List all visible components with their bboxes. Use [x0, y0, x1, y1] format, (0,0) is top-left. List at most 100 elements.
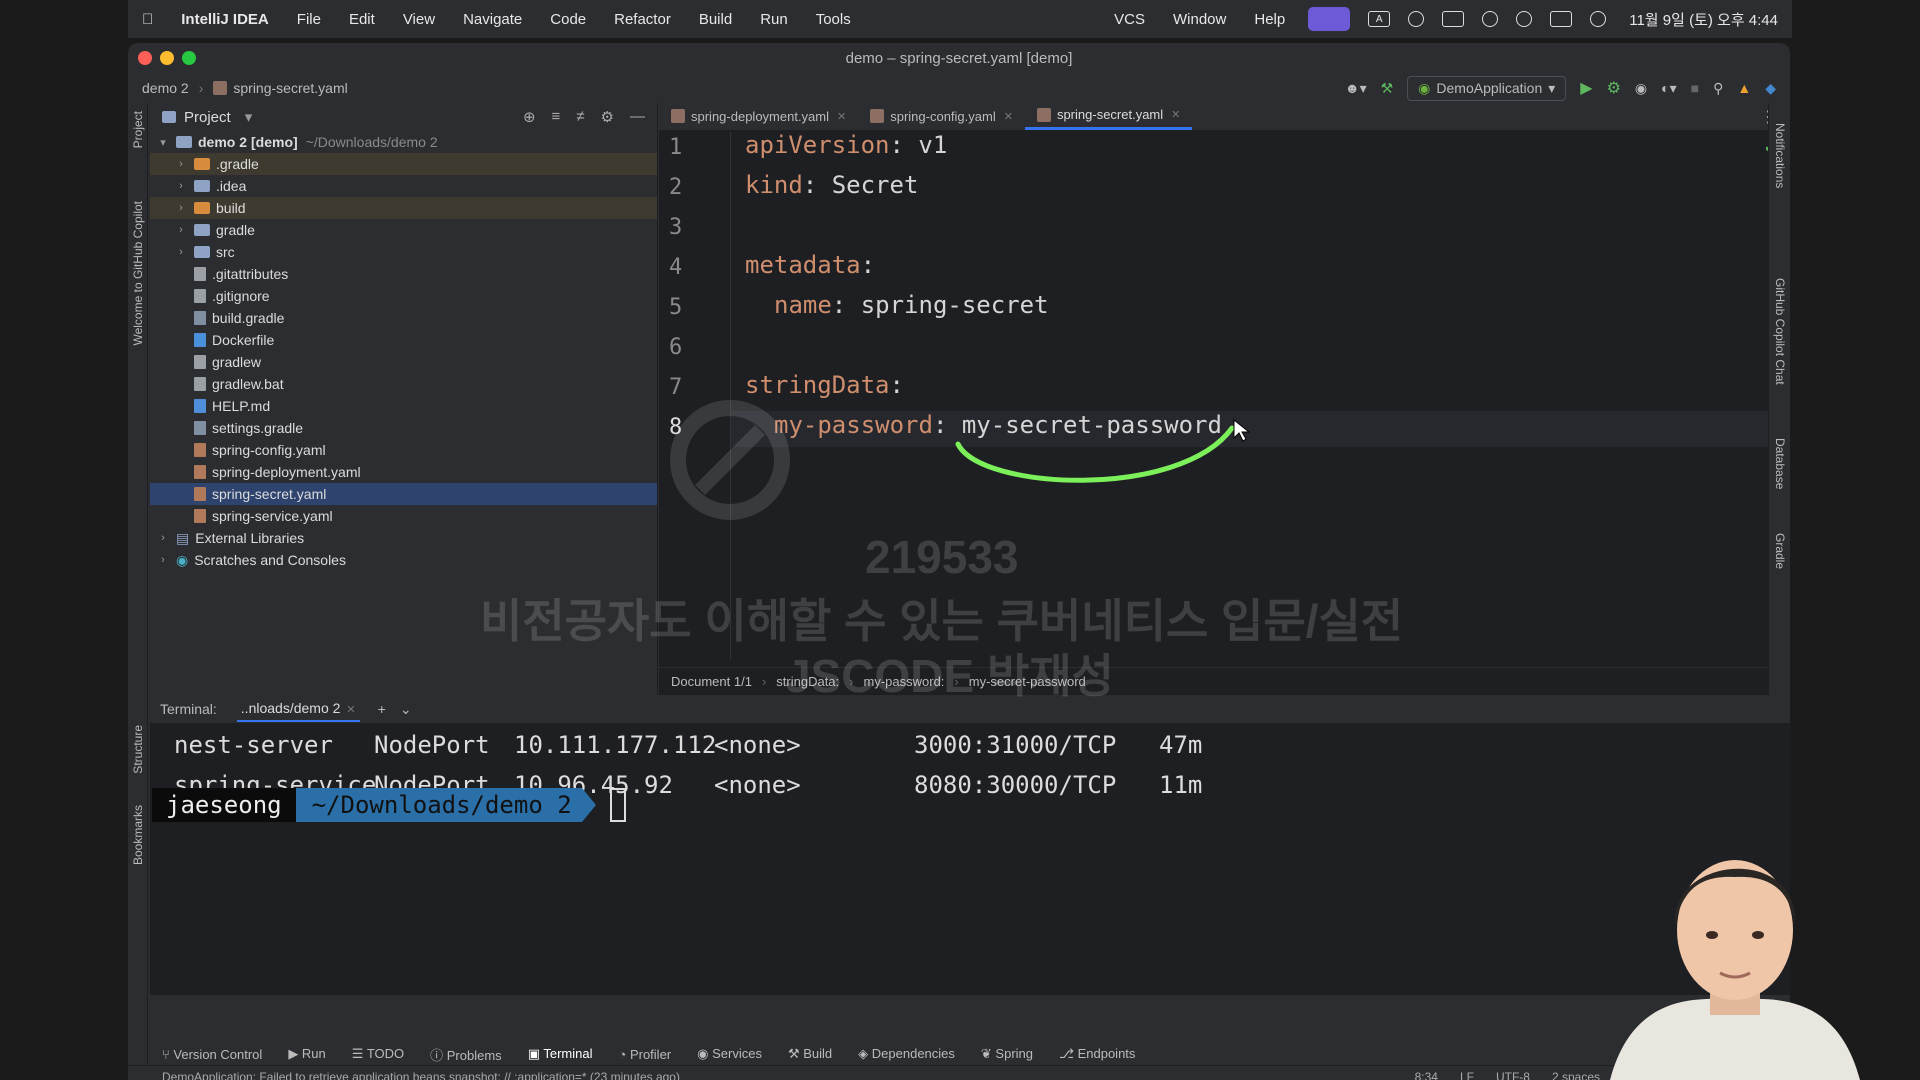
tree-file[interactable]: spring-deployment.yaml	[150, 461, 657, 483]
spotlight-icon[interactable]	[1516, 11, 1533, 27]
zoom-window-button[interactable]	[182, 51, 196, 65]
chevron-right-icon[interactable]: ›	[174, 202, 188, 214]
tab-problems[interactable]: ⓘ Problems	[430, 1045, 502, 1064]
close-window-button[interactable]	[138, 51, 152, 65]
menu-run[interactable]: Run	[746, 11, 802, 28]
update-icon[interactable]: ▲	[1737, 80, 1751, 96]
menu-window[interactable]: Window	[1159, 11, 1240, 28]
tab-build[interactable]: ⚒ Build	[788, 1046, 832, 1062]
file-encoding[interactable]: UTF-8	[1496, 1070, 1530, 1080]
locate-icon[interactable]: ⊕	[523, 108, 536, 126]
tree-folder[interactable]: › src	[150, 241, 657, 263]
notifications-tool-tab[interactable]: Notifications	[1773, 123, 1787, 188]
tree-root[interactable]: ▾ demo 2 [demo] ~/Downloads/demo 2	[150, 131, 657, 153]
close-icon[interactable]: ✕	[1171, 108, 1180, 121]
screen-share-icon[interactable]	[1308, 7, 1351, 31]
search-icon[interactable]: ⚲	[1713, 80, 1723, 97]
chevron-down-icon[interactable]: ▾	[156, 136, 170, 149]
tree-file[interactable]: Dockerfile	[150, 329, 657, 351]
input-source-icon[interactable]: A	[1368, 11, 1391, 27]
terminal-tab[interactable]: ..nloads/demo 2 ✕	[236, 696, 360, 722]
menu-refactor[interactable]: Refactor	[600, 11, 685, 28]
menu-help[interactable]: Help	[1240, 11, 1299, 28]
menu-view[interactable]: View	[389, 11, 449, 28]
editor-tab[interactable]: spring-config.yaml ✕	[858, 102, 1025, 130]
chevron-right-icon[interactable]: ›	[174, 246, 188, 258]
caret-position[interactable]: 8:34	[1415, 1070, 1438, 1080]
close-icon[interactable]: ✕	[837, 110, 846, 123]
gear-icon[interactable]: ⚙	[601, 108, 614, 126]
menu-vcs[interactable]: VCS	[1100, 11, 1159, 28]
chevron-down-icon[interactable]: ⌄	[400, 701, 412, 718]
tab-todo[interactable]: ☰ TODO	[352, 1046, 404, 1062]
breadcrumb-item[interactable]: Document 1/1	[671, 674, 752, 689]
app-menu[interactable]: IntelliJ IDEA	[167, 11, 283, 28]
clock[interactable]: 11월 9일 (토) 오후 4:44	[1615, 9, 1792, 30]
tree-file[interactable]: settings.gradle	[150, 417, 657, 439]
terminal-prompt[interactable]: jaeseong ~/Downloads/demo 2	[152, 788, 626, 822]
tree-file[interactable]: spring-config.yaml	[150, 439, 657, 461]
tree-folder[interactable]: › gradle	[150, 219, 657, 241]
ai-assistant-icon[interactable]: ◆	[1765, 80, 1776, 97]
tree-file[interactable]: .gitattributes	[150, 263, 657, 285]
tree-folder[interactable]: › .idea	[150, 175, 657, 197]
menu-tools[interactable]: Tools	[802, 11, 865, 28]
tab-version-control[interactable]: ⑂ Version Control	[162, 1047, 262, 1062]
profile-icon[interactable]: ◐▾	[1661, 80, 1676, 97]
menu-navigate[interactable]: Navigate	[449, 11, 536, 28]
tab-spring[interactable]: ❦ Spring	[981, 1046, 1033, 1062]
chevron-right-icon[interactable]: ›	[174, 158, 188, 170]
tree-file[interactable]: gradlew.bat	[150, 373, 657, 395]
tree-file[interactable]: gradlew	[150, 351, 657, 373]
editor-tab-active[interactable]: spring-secret.yaml ✕	[1024, 102, 1193, 130]
menu-edit[interactable]: Edit	[335, 11, 389, 28]
editor-tab[interactable]: spring-deployment.yaml ✕	[659, 102, 858, 130]
database-tool-tab[interactable]: Database	[1773, 438, 1787, 489]
tree-file-selected[interactable]: spring-secret.yaml	[150, 483, 657, 505]
menu-file[interactable]: File	[283, 11, 335, 28]
tab-dependencies[interactable]: ◈ Dependencies	[858, 1046, 955, 1062]
tree-file[interactable]: build.gradle	[150, 307, 657, 329]
close-icon[interactable]: ✕	[346, 704, 355, 716]
user-icon[interactable]	[1408, 11, 1425, 27]
build-hammer-icon[interactable]: ⚒	[1381, 80, 1394, 97]
run-icon[interactable]: ▶	[1580, 78, 1592, 98]
debug-icon[interactable]: ⚙	[1607, 78, 1621, 98]
control-center-icon[interactable]	[1550, 11, 1573, 27]
tree-folder[interactable]: › build	[150, 197, 657, 219]
chevron-down-icon[interactable]: ▾	[245, 108, 253, 126]
chevron-right-icon[interactable]: ›	[156, 532, 170, 544]
wifi-icon[interactable]	[1482, 11, 1499, 27]
apple-icon[interactable]: 	[128, 11, 167, 28]
add-terminal-icon[interactable]: +	[378, 701, 386, 717]
chevron-right-icon[interactable]: ›	[174, 180, 188, 192]
gradle-tool-tab[interactable]: Gradle	[1773, 533, 1787, 569]
structure-tool-tab[interactable]: Structure	[131, 725, 145, 774]
minimize-window-button[interactable]	[160, 51, 174, 65]
account-icon[interactable]: ☻▾	[1345, 80, 1367, 97]
tab-services[interactable]: ◉ Services	[697, 1046, 762, 1062]
bookmarks-tool-tab[interactable]: Bookmarks	[131, 805, 145, 865]
expand-all-icon[interactable]: ≡	[552, 108, 561, 126]
battery-icon[interactable]	[1442, 11, 1465, 27]
siri-icon[interactable]	[1590, 11, 1607, 27]
tree-file[interactable]: .gitignore	[150, 285, 657, 307]
copilot-welcome-tab[interactable]: Welcome to GitHub Copilot	[131, 201, 145, 346]
chevron-right-icon[interactable]: ›	[174, 224, 188, 236]
project-tool-tab[interactable]: Project	[131, 111, 145, 148]
menu-code[interactable]: Code	[536, 11, 600, 28]
chevron-right-icon[interactable]: ›	[156, 554, 170, 566]
scratches-and-consoles[interactable]: › ◉ Scratches and Consoles	[150, 549, 657, 571]
tab-profiler[interactable]: ◔ Profiler	[618, 1047, 671, 1062]
line-separator[interactable]: LF	[1460, 1070, 1474, 1080]
tree-file[interactable]: spring-service.yaml	[150, 505, 657, 527]
nav-file[interactable]: spring-secret.yaml	[233, 80, 347, 96]
coverage-icon[interactable]: ◉	[1635, 80, 1647, 97]
tree-folder[interactable]: › .gradle	[150, 153, 657, 175]
tree-file[interactable]: HELP.md	[150, 395, 657, 417]
tab-endpoints[interactable]: ⎇ Endpoints	[1059, 1046, 1135, 1062]
copilot-chat-tool-tab[interactable]: GitHub Copilot Chat	[1773, 278, 1787, 385]
close-icon[interactable]: ✕	[1004, 110, 1013, 123]
run-configuration-select[interactable]: ◉ DemoApplication ▾	[1407, 75, 1567, 101]
hide-panel-icon[interactable]: —	[630, 108, 645, 126]
